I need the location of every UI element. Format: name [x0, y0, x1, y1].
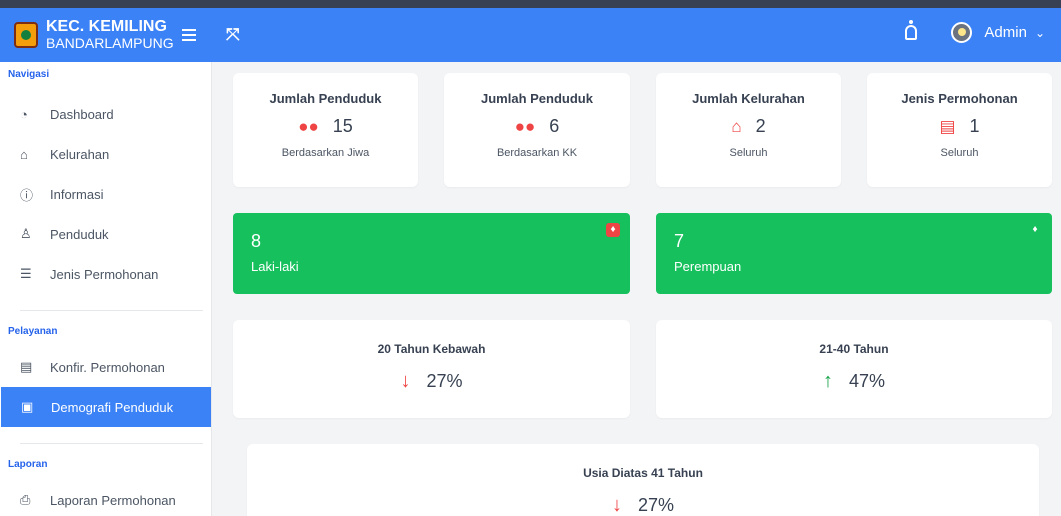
sidebar-item-label: Demografi Penduduk	[51, 399, 174, 415]
section-label-navigasi: Navigasi	[8, 69, 50, 80]
arrow-down-icon: ↓	[400, 370, 411, 392]
age-title: 20 Tahun Kebawah	[377, 342, 486, 356]
user-name[interactable]: Admin	[984, 24, 1027, 41]
age-percentage: 27%	[426, 371, 463, 391]
stat-card-jiwa: Jumlah Penduduk ●● 15 Berdasarkan Jiwa	[233, 73, 418, 187]
sidebar-item-label: Dashboard	[50, 106, 114, 122]
age-card-over-41: Usia Diatas 41 Tahun ↓ 27%	[247, 444, 1039, 516]
fullscreen-icon[interactable]: ⤧	[226, 25, 240, 45]
list-icon: ☰	[20, 266, 32, 281]
age-card-under-20: 20 Tahun Kebawah ↓ 27%	[233, 320, 630, 418]
age-card-21-40: 21-40 Tahun ↑ 47%	[656, 320, 1052, 418]
sidebar-item-label: Jenis Permohonan	[50, 266, 159, 282]
stat-card-kk: Jumlah Penduduk ●● 6 Berdasarkan KK	[444, 73, 630, 187]
sidebar-item-label: Konfir. Permohonan	[50, 359, 165, 375]
user-menu[interactable]: Admin ⌄	[905, 20, 1045, 43]
gender-card-male: 8 Laki-laki ♦	[233, 213, 630, 294]
sidebar-item-penduduk[interactable]: ♙ Penduduk	[0, 214, 211, 254]
stat-subtitle: Berdasarkan KK	[496, 147, 578, 159]
sidebar-item-kelurahan[interactable]: ⌂ Kelurahan	[0, 134, 211, 174]
chevron-down-icon[interactable]: ⌄	[1035, 26, 1045, 40]
age-percentage: 27%	[637, 495, 675, 515]
gender-value: 8	[251, 231, 262, 251]
building-icon: ▣	[21, 399, 34, 414]
brand-subtitle: BANDARLAMPUNG	[46, 35, 174, 51]
sidebar-divider	[20, 310, 203, 311]
stat-subtitle: Seluruh	[940, 147, 979, 159]
stat-card-kelurahan: Jumlah Kelurahan ⌂ 2 Seluruh	[656, 73, 841, 187]
users-icon: ●●	[514, 116, 536, 136]
users-icon: ●●	[298, 116, 319, 136]
sidebar-item-laporan-permohonan[interactable]: ⎙ Laporan Permohonan	[0, 480, 211, 516]
hamburger-menu-icon[interactable]	[181, 29, 196, 41]
arrow-down-icon: ↓	[611, 494, 622, 516]
section-label-laporan: Laporan	[8, 459, 48, 470]
sidebar-item-label: Penduduk	[50, 226, 109, 242]
stat-value: 2	[755, 116, 766, 136]
document-icon: ▤	[20, 359, 33, 374]
male-icon: ♦	[606, 223, 620, 237]
stat-title: Jenis Permohonan	[901, 91, 1018, 106]
arrow-up-icon: ↑	[822, 370, 833, 392]
gender-card-female: 7 Perempuan ♦	[656, 213, 1052, 294]
stat-title: Jumlah Kelurahan	[692, 91, 805, 106]
gender-label: Perempuan	[674, 259, 742, 274]
notification-bell-icon[interactable]	[905, 20, 918, 40]
gender-value: 7	[674, 231, 685, 251]
stat-value: 1	[969, 116, 980, 136]
home-icon: ⌂	[20, 146, 28, 162]
home-icon: ⌂	[731, 116, 742, 136]
sidebar-item-label: Informasi	[50, 186, 104, 202]
stat-value: 6	[549, 116, 560, 136]
avatar[interactable]	[951, 22, 973, 43]
brand-title: KEC. KEMILING	[46, 18, 167, 35]
top-navbar: KEC. KEMILING BANDARLAMPUNG ⤧ Admin ⌄	[0, 0, 1061, 62]
stat-subtitle: Berdasarkan Jiwa	[281, 147, 370, 159]
stat-title: Jumlah Penduduk	[269, 91, 382, 106]
age-title: 21-40 Tahun	[819, 342, 889, 356]
sidebar-item-dashboard[interactable]: ◔ Dashboard	[0, 94, 211, 134]
brand[interactable]: KEC. KEMILING BANDARLAMPUNG	[0, 8, 210, 62]
age-percentage: 47%	[848, 371, 886, 391]
sidebar: Navigasi ◔ Dashboard ⌂ Kelurahan ⓘ Infor…	[0, 62, 212, 516]
info-icon: ⓘ	[20, 187, 34, 203]
sidebar-item-konfir-permohonan[interactable]: ▤ Konfir. Permohonan	[0, 347, 211, 387]
printer-icon: ⎙	[20, 492, 31, 507]
stat-subtitle: Seluruh	[729, 147, 768, 159]
sidebar-item-jenis-permohonan[interactable]: ☰ Jenis Permohonan	[0, 254, 211, 294]
section-label-pelayanan: Pelayanan	[8, 326, 58, 337]
gender-label: Laki-laki	[251, 259, 299, 274]
list-alt-icon: ▤	[939, 116, 956, 136]
dashboard-icon: ◔	[20, 106, 28, 122]
age-title: Usia Diatas 41 Tahun	[583, 466, 703, 480]
sidebar-item-demografi-penduduk[interactable]: ▣ Demografi Penduduk	[1, 387, 211, 427]
stat-card-jenis-permohonan: Jenis Permohonan ▤ 1 Seluruh	[867, 73, 1052, 187]
sidebar-item-label: Kelurahan	[50, 146, 110, 162]
user-icon: ♙	[20, 226, 32, 241]
sidebar-item-informasi[interactable]: ⓘ Informasi	[0, 174, 211, 214]
stat-value: 15	[332, 116, 353, 136]
sidebar-item-label: Laporan Permohonan	[50, 492, 176, 508]
stat-title: Jumlah Penduduk	[481, 91, 593, 106]
kemiling-logo-icon	[14, 22, 38, 48]
sidebar-divider	[20, 443, 203, 444]
female-icon: ♦	[1032, 224, 1038, 235]
